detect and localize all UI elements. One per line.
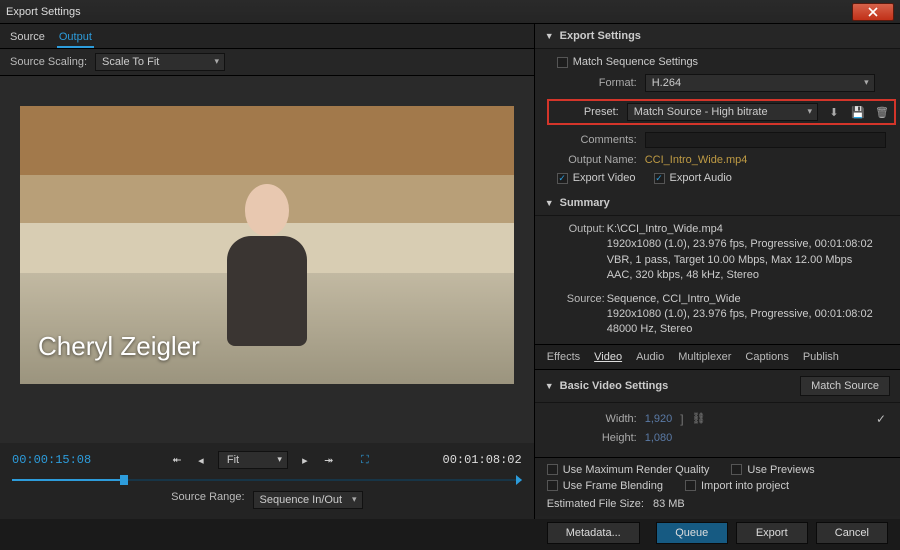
window-close-button[interactable] bbox=[852, 3, 894, 21]
match-sequence-label: Match Sequence Settings bbox=[573, 56, 698, 68]
tab-output[interactable]: Output bbox=[57, 28, 94, 48]
queue-button[interactable]: Queue bbox=[656, 522, 728, 544]
use-previews-checkbox[interactable]: Use Previews bbox=[731, 464, 814, 476]
export-settings-disclose-icon[interactable]: ▼ bbox=[545, 31, 554, 41]
export-button[interactable]: Export bbox=[736, 522, 808, 544]
timecode-out: 00:01:08:02 bbox=[443, 453, 522, 467]
save-preset-icon[interactable]: 💾 bbox=[850, 105, 866, 119]
tab-effects[interactable]: Effects bbox=[547, 351, 580, 363]
cancel-button[interactable]: Cancel bbox=[816, 522, 888, 544]
delete-preset-icon[interactable]: 🗑 bbox=[874, 105, 890, 119]
format-label: Format: bbox=[557, 77, 637, 89]
output-name-label: Output Name: bbox=[557, 154, 637, 166]
summary-source: Source: Sequence, CCI_Intro_Wide 1920x10… bbox=[557, 290, 886, 340]
step-back-icon[interactable]: ⯬ bbox=[170, 454, 184, 466]
tab-multiplexer[interactable]: Multiplexer bbox=[678, 351, 731, 363]
est-size-value: 83 MB bbox=[653, 498, 685, 510]
max-render-label: Use Maximum Render Quality bbox=[563, 464, 710, 476]
tab-source[interactable]: Source bbox=[8, 28, 47, 48]
timecode-in[interactable]: 00:00:15:08 bbox=[12, 453, 91, 467]
import-project-label: Import into project bbox=[701, 480, 789, 492]
crop-icon[interactable]: ⛶ bbox=[358, 454, 372, 466]
summary-heading: Summary bbox=[560, 197, 610, 209]
tab-audio[interactable]: Audio bbox=[636, 351, 664, 363]
comments-input[interactable] bbox=[645, 132, 886, 148]
height-value[interactable]: 1,080 bbox=[645, 432, 673, 444]
max-render-checkbox[interactable]: Use Maximum Render Quality bbox=[547, 464, 710, 476]
source-scaling-dropdown[interactable]: Scale To Fit bbox=[95, 53, 225, 71]
bvs-heading: Basic Video Settings bbox=[560, 380, 669, 392]
import-preset-icon[interactable]: ⬇ bbox=[826, 105, 842, 119]
dim-bracket-icon: ] bbox=[680, 412, 683, 426]
height-label: Height: bbox=[557, 432, 637, 444]
comments-label: Comments: bbox=[557, 134, 637, 146]
tab-publish[interactable]: Publish bbox=[803, 351, 839, 363]
preset-dropdown[interactable]: Match Source - High bitrate bbox=[627, 103, 818, 121]
bvs-disclose-icon[interactable]: ▼ bbox=[545, 381, 554, 391]
tab-captions[interactable]: Captions bbox=[745, 351, 788, 363]
width-match-check-icon[interactable]: ✓ bbox=[876, 412, 886, 426]
link-dimensions-icon[interactable]: ⛓ bbox=[692, 412, 706, 425]
export-video-label: Export Video bbox=[573, 172, 636, 184]
preset-label: Preset: bbox=[553, 106, 619, 118]
import-project-checkbox[interactable]: Import into project bbox=[685, 480, 789, 492]
export-settings-heading: Export Settings bbox=[560, 30, 641, 42]
metadata-button[interactable]: Metadata... bbox=[547, 522, 640, 544]
source-scaling-label: Source Scaling: bbox=[10, 56, 87, 68]
export-audio-label: Export Audio bbox=[670, 172, 732, 184]
format-dropdown[interactable]: H.264 bbox=[645, 74, 875, 92]
video-preview[interactable]: Cheryl Zeigler bbox=[20, 106, 514, 384]
output-name-link[interactable]: CCI_Intro_Wide.mp4 bbox=[645, 154, 748, 166]
play-forward-icon[interactable]: ▸ bbox=[298, 454, 312, 466]
export-audio-checkbox[interactable]: ✓Export Audio bbox=[654, 172, 732, 184]
export-video-checkbox[interactable]: ✓Export Video bbox=[557, 172, 636, 184]
frame-blend-label: Use Frame Blending bbox=[563, 480, 663, 492]
preset-row-highlight: Preset: Match Source - High bitrate ⬇ 💾 … bbox=[547, 99, 896, 125]
tab-video[interactable]: Video bbox=[594, 351, 622, 363]
frame-blending-checkbox[interactable]: Use Frame Blending bbox=[547, 480, 663, 492]
est-size-label: Estimated File Size: bbox=[547, 498, 644, 510]
lower-third-text: Cheryl Zeigler bbox=[38, 331, 200, 362]
width-value[interactable]: 1,920 bbox=[645, 413, 673, 425]
close-icon bbox=[868, 7, 878, 17]
timeline-slider[interactable] bbox=[12, 475, 522, 485]
source-range-label: Source Range: bbox=[171, 491, 244, 509]
step-forward-icon[interactable]: ⯮ bbox=[322, 454, 336, 466]
match-source-button[interactable]: Match Source bbox=[800, 376, 890, 396]
width-label: Width: bbox=[557, 413, 637, 425]
summary-output: Output: K:\CCI_Intro_Wide.mp4 1920x1080 … bbox=[557, 220, 886, 286]
match-sequence-checkbox[interactable]: Match Sequence Settings bbox=[557, 56, 698, 68]
source-range-dropdown[interactable]: Sequence In/Out bbox=[253, 491, 363, 509]
use-previews-label: Use Previews bbox=[747, 464, 814, 476]
zoom-fit-dropdown[interactable]: Fit bbox=[218, 451, 288, 469]
summary-disclose-icon[interactable]: ▼ bbox=[545, 198, 554, 208]
play-back-icon[interactable]: ◂ bbox=[194, 454, 208, 466]
window-title: Export Settings bbox=[6, 6, 81, 18]
